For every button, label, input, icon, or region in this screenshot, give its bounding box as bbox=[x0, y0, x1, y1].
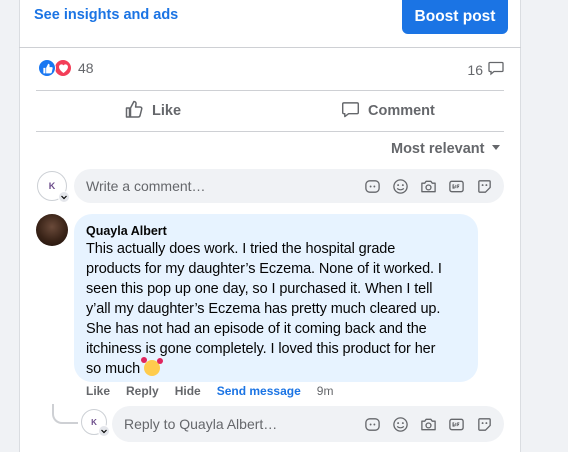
divider bbox=[36, 131, 504, 132]
comment-count[interactable]: 16 bbox=[467, 60, 504, 79]
comment-line: so much bbox=[86, 361, 141, 377]
comment-body: This actually does work. I tried the hos… bbox=[86, 239, 466, 379]
reply-input[interactable]: Reply to Quayla Albert… bbox=[124, 416, 363, 432]
sticker-icon[interactable] bbox=[475, 177, 494, 196]
comment-count-value: 16 bbox=[467, 61, 483, 78]
reaction-count: 48 bbox=[78, 60, 94, 76]
page-avatar-logo: K bbox=[48, 181, 56, 191]
comment-line: products for my daughter’s Eczema. None … bbox=[86, 261, 442, 277]
comment-line-last: so much bbox=[86, 357, 466, 379]
comment-reply-link[interactable]: Reply bbox=[126, 384, 159, 398]
send-message-link[interactable]: Send message bbox=[217, 384, 301, 398]
thumbs-up-icon bbox=[124, 99, 144, 123]
camera-icon[interactable] bbox=[419, 177, 438, 196]
gif-icon[interactable] bbox=[447, 415, 466, 434]
smiling-face-with-hearts-icon bbox=[141, 357, 164, 376]
sticker-icon[interactable] bbox=[475, 415, 494, 434]
reactions-summary[interactable]: 48 bbox=[38, 59, 94, 77]
camera-icon[interactable] bbox=[419, 415, 438, 434]
gif-icon[interactable] bbox=[447, 177, 466, 196]
comment-hide-link[interactable]: Hide bbox=[175, 384, 201, 398]
caret-down-icon bbox=[490, 141, 502, 157]
page-avatar-logo: K bbox=[91, 417, 97, 427]
sort-dropdown[interactable]: Most relevant bbox=[391, 141, 502, 157]
reply-thread-line bbox=[52, 404, 78, 424]
divider bbox=[19, 47, 521, 48]
chevron-down-icon[interactable] bbox=[58, 191, 70, 203]
comment-timestamp[interactable]: 9m bbox=[317, 384, 334, 398]
comment-label: Comment bbox=[368, 103, 435, 119]
comment-icon bbox=[341, 100, 360, 123]
sort-label: Most relevant bbox=[391, 141, 485, 157]
divider bbox=[36, 90, 504, 91]
like-label: Like bbox=[152, 103, 182, 119]
avatar-sticker-icon[interactable] bbox=[363, 415, 382, 434]
comment-author[interactable]: Quayla Albert bbox=[86, 223, 466, 239]
see-insights-link[interactable]: See insights and ads bbox=[34, 7, 178, 23]
comment-composer[interactable]: Write a comment… bbox=[74, 169, 504, 203]
emoji-icon[interactable] bbox=[391, 177, 410, 196]
boost-post-button[interactable]: Boost post bbox=[402, 0, 508, 34]
comment-input[interactable]: Write a comment… bbox=[86, 178, 363, 194]
comment-line: This actually does work. I tried the hos… bbox=[86, 241, 396, 257]
comment-line: itchiness is gone completely. I loved th… bbox=[86, 341, 436, 357]
comment-line: y’all my daughter’s Eczema has pretty mu… bbox=[86, 301, 441, 317]
chevron-down-icon[interactable] bbox=[98, 425, 110, 437]
comment-actions: Like Reply Hide Send message 9m bbox=[86, 384, 349, 398]
commenter-avatar[interactable] bbox=[36, 214, 68, 246]
emoji-icon[interactable] bbox=[391, 415, 410, 434]
reply-composer[interactable]: Reply to Quayla Albert… bbox=[112, 406, 504, 442]
avatar-sticker-icon[interactable] bbox=[363, 177, 382, 196]
comment-line: She has not had an episode of it coming … bbox=[86, 321, 427, 337]
comment-button[interactable]: Comment bbox=[341, 100, 435, 122]
page-avatar[interactable]: K bbox=[37, 171, 70, 203]
comment-bubble: Quayla Albert This actually does work. I… bbox=[74, 214, 478, 382]
like-reaction-icon bbox=[38, 59, 56, 77]
like-button[interactable]: Like bbox=[124, 100, 181, 122]
comment-line: seen this pop up one day, so I purchased… bbox=[86, 281, 433, 297]
comment-bubble-icon bbox=[488, 60, 504, 79]
comment-like-link[interactable]: Like bbox=[86, 384, 110, 398]
page-avatar[interactable]: K bbox=[81, 409, 110, 437]
love-reaction-icon bbox=[54, 59, 72, 77]
